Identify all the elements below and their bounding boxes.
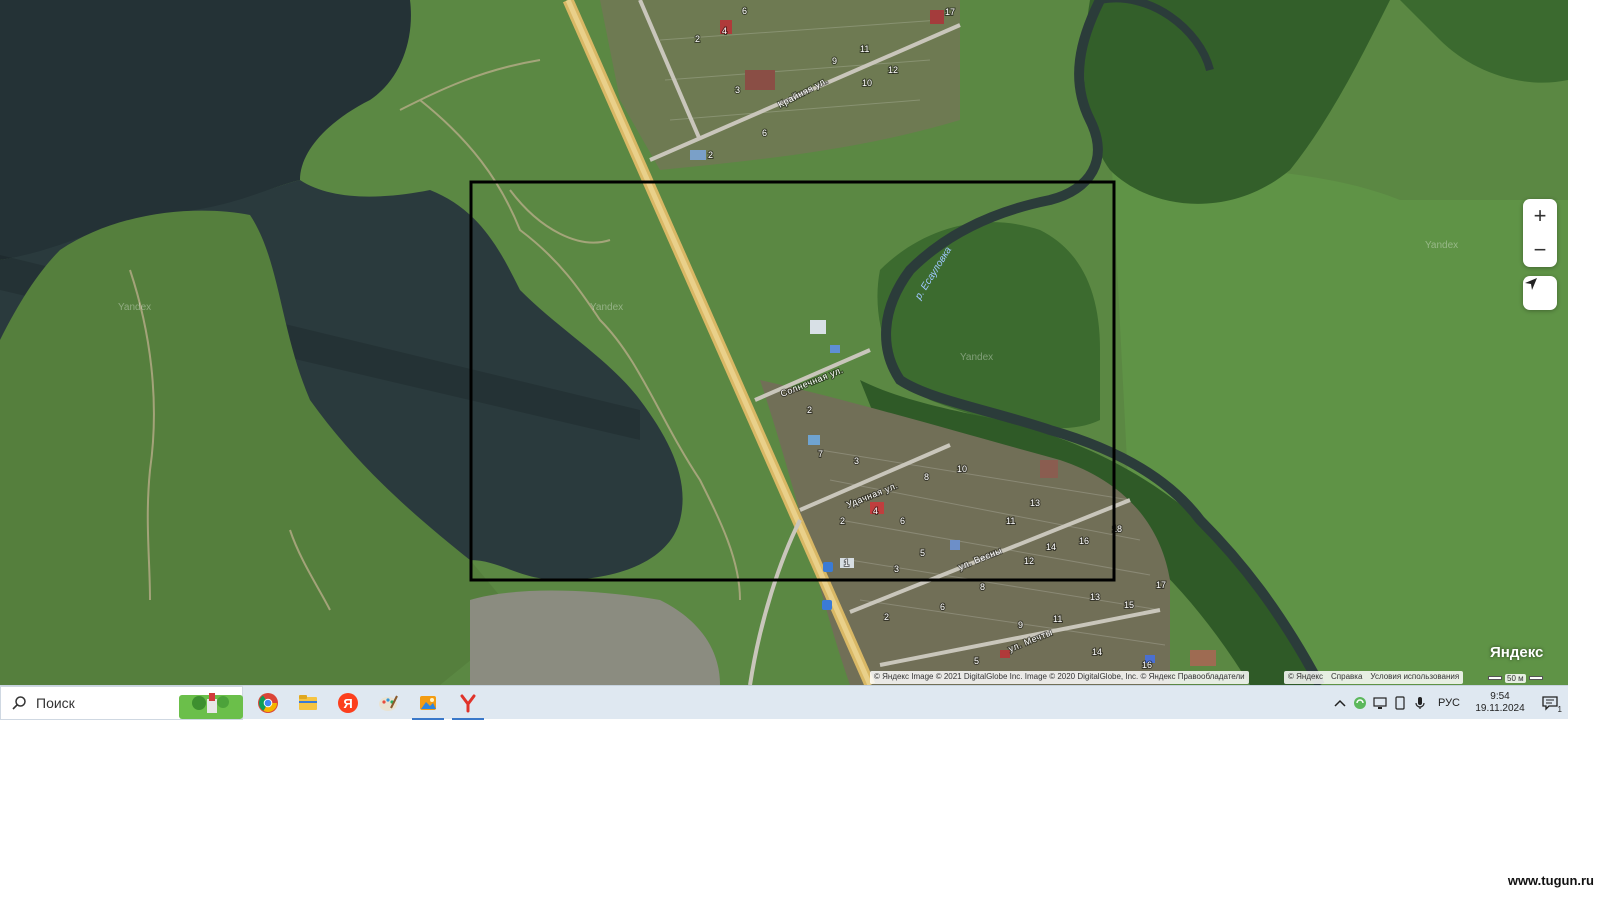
map-watermark: Yandex	[118, 302, 151, 313]
notification-center-button[interactable]: 1	[1532, 686, 1568, 720]
svg-text:9: 9	[832, 56, 837, 66]
clock-date: 19.11.2024	[1475, 703, 1525, 714]
svg-text:17: 17	[1156, 580, 1166, 590]
svg-text:6: 6	[762, 128, 767, 138]
zoom-controls: + −	[1523, 199, 1557, 267]
map-watermark: Yandex	[960, 352, 993, 363]
map-links: © Яндекс Справка Условия использования	[1284, 671, 1464, 684]
geolocation-button[interactable]	[1523, 276, 1557, 310]
svg-text:2: 2	[884, 612, 889, 622]
file-explorer-icon	[299, 695, 317, 710]
svg-text:4: 4	[873, 506, 878, 516]
notification-count: 1	[1557, 705, 1562, 714]
svg-text:14: 14	[1046, 542, 1056, 552]
taskbar-app-paint[interactable]	[368, 686, 408, 720]
clock[interactable]: 9:54 19.11.2024	[1468, 691, 1532, 716]
taskbar-search[interactable]: Поиск	[0, 686, 243, 720]
taskbar-app-yandex-browser[interactable]: Я	[328, 686, 368, 720]
search-placeholder: Поиск	[36, 695, 75, 711]
svg-text:1: 1	[844, 558, 849, 568]
map-imagery: Крайняя ул. Солнечная ул. Удачная ул. ул…	[0, 0, 1568, 685]
svg-text:6: 6	[742, 6, 747, 16]
device-icon[interactable]	[1390, 686, 1410, 720]
svg-text:6: 6	[900, 516, 905, 526]
svg-text:9: 9	[1018, 620, 1023, 630]
svg-text:3: 3	[735, 85, 740, 95]
language-indicator[interactable]: РУС	[1430, 697, 1468, 709]
svg-text:10: 10	[862, 78, 872, 88]
chrome-icon	[258, 693, 278, 713]
clock-time: 9:54	[1490, 690, 1510, 702]
svg-text:12: 12	[888, 65, 898, 75]
site-watermark: www.tugun.ru	[1507, 873, 1594, 888]
svg-text:16: 16	[1079, 536, 1089, 546]
map-scale: 50 м	[1488, 671, 1548, 685]
navigation-arrow-icon	[1525, 278, 1537, 290]
taskbar-app-photos[interactable]	[408, 686, 448, 720]
notification-icon	[1542, 696, 1558, 711]
svg-text:13: 13	[1090, 592, 1100, 602]
scale-label: 50 м	[1505, 673, 1526, 683]
svg-text:Я: Я	[343, 696, 352, 711]
svg-text:8: 8	[980, 582, 985, 592]
svg-text:17: 17	[945, 7, 955, 17]
system-tray: РУС 9:54 19.11.2024 1	[1330, 686, 1568, 720]
search-highlight-image	[179, 693, 243, 719]
yandex-browser-icon: Я	[338, 693, 358, 713]
zoom-in-button[interactable]: +	[1523, 199, 1557, 233]
svg-text:12: 12	[1024, 556, 1034, 566]
svg-text:8: 8	[924, 472, 929, 482]
network-icon[interactable]	[1370, 686, 1390, 720]
taskbar-app-yandex[interactable]	[448, 686, 488, 720]
svg-text:2: 2	[708, 150, 713, 160]
svg-text:11: 11	[860, 44, 869, 54]
help-link[interactable]: Справка	[1331, 672, 1362, 683]
svg-text:3: 3	[854, 456, 859, 466]
map-watermark: Yandex	[590, 302, 623, 313]
svg-text:10: 10	[957, 464, 967, 474]
photos-icon	[420, 696, 436, 710]
svg-text:11: 11	[1053, 614, 1062, 624]
taskbar: Поиск Я РУС 9:54 19.11.2024 1	[0, 685, 1568, 720]
svg-text:16: 16	[1142, 660, 1152, 670]
copyright-link[interactable]: © Яндекс	[1288, 672, 1323, 683]
svg-text:5: 5	[974, 656, 979, 666]
terms-link[interactable]: Условия использования	[1370, 672, 1459, 683]
sync-icon[interactable]	[1350, 686, 1370, 720]
svg-text:11: 11	[1006, 516, 1015, 526]
zoom-out-button[interactable]: −	[1523, 233, 1557, 267]
svg-text:6: 6	[940, 602, 945, 612]
microphone-icon[interactable]	[1410, 686, 1430, 720]
svg-text:7: 7	[818, 449, 823, 459]
yandex-logo: Яндекс	[1490, 644, 1544, 661]
svg-text:4: 4	[722, 26, 727, 36]
svg-text:2: 2	[695, 34, 700, 44]
svg-text:13: 13	[1030, 498, 1040, 508]
taskbar-app-explorer[interactable]	[288, 686, 328, 720]
svg-text:15: 15	[1124, 600, 1134, 610]
svg-text:3: 3	[894, 564, 899, 574]
taskbar-app-chrome[interactable]	[248, 686, 288, 720]
paint-icon	[379, 695, 398, 711]
svg-text:5: 5	[920, 548, 925, 558]
map-attribution[interactable]: © Яндекс Image © 2021 DigitalGlobe Inc. …	[870, 671, 1249, 684]
tray-overflow-chevron-icon[interactable]	[1330, 686, 1350, 720]
svg-text:2: 2	[840, 516, 845, 526]
yandex-y-icon	[460, 694, 476, 713]
map-watermark: Yandex	[1425, 240, 1458, 251]
search-icon	[12, 696, 26, 710]
svg-text:2: 2	[807, 405, 812, 415]
satellite-map[interactable]: Крайняя ул. Солнечная ул. Удачная ул. ул…	[0, 0, 1568, 685]
svg-text:14: 14	[1092, 647, 1102, 657]
